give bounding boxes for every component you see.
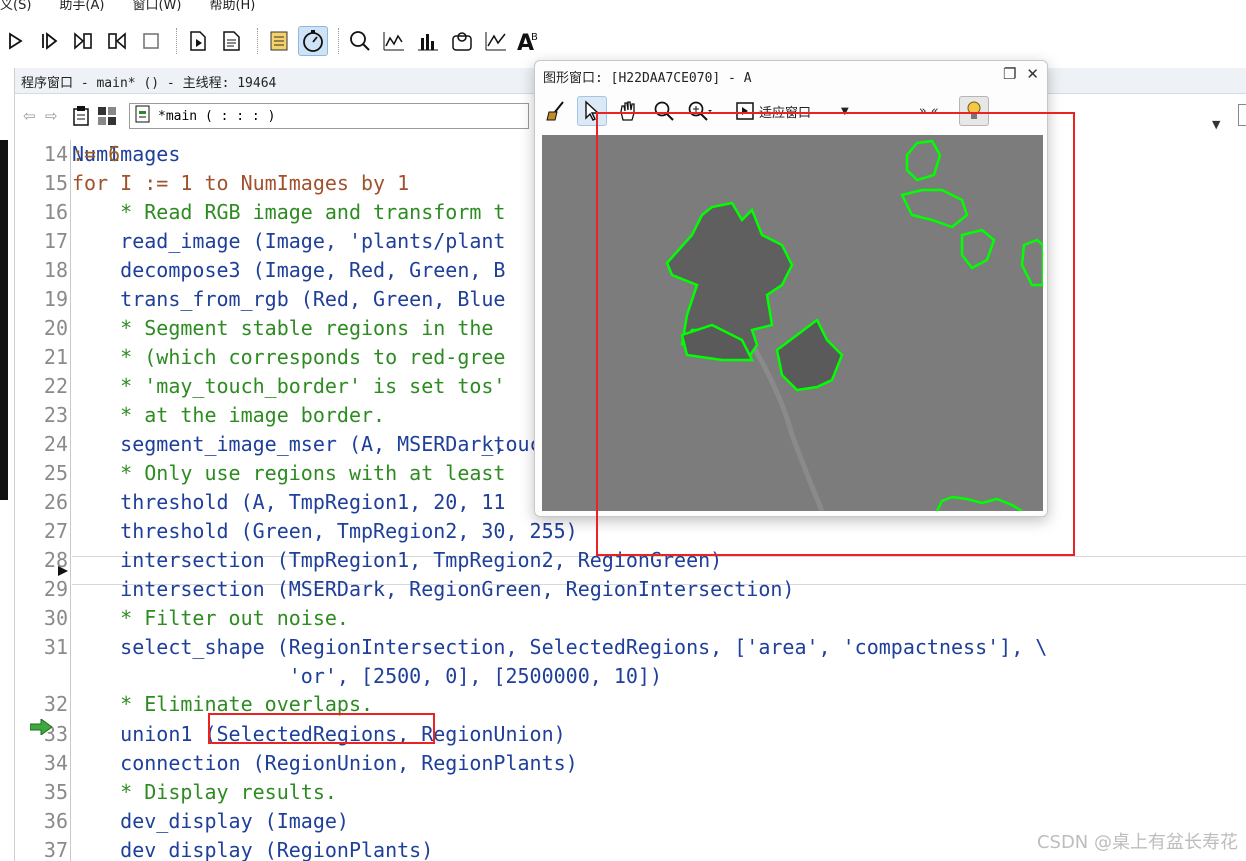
line-number: 14: [43, 142, 68, 166]
line-number: 32: [43, 692, 68, 716]
annotation-box-selectedregions: [208, 713, 435, 744]
code-line[interactable]: 33 union1 (SelectedRegions, RegionUnion): [14, 720, 1246, 749]
run-icon[interactable]: [0, 26, 30, 56]
code-text: 'or', [2500, 0], [2500000, 10]): [72, 664, 663, 688]
code-text: connection (RegionUnion, RegionPlants): [72, 751, 578, 775]
code-line[interactable]: 30 * Filter out noise.: [14, 604, 1246, 633]
menu-item-edit[interactable]: 义(S): [0, 0, 31, 13]
code-line[interactable]: 32 * Eliminate overlaps.: [14, 690, 1246, 719]
dropdown-arrow-icon[interactable]: ▼: [1212, 118, 1220, 131]
menu-item-help[interactable]: 帮助(H): [209, 0, 255, 13]
reset-program-icon[interactable]: [183, 26, 213, 56]
code-text: * at the image border.: [72, 403, 386, 427]
code-text: threshold (A, TmpRegion1, 20, 11: [72, 490, 506, 514]
code-text: intersection (MSERDark, RegionGreen, Reg…: [72, 577, 795, 601]
code-line[interactable]: 35 * Display results.: [14, 778, 1246, 807]
code-text: * Display results.: [72, 780, 337, 804]
code-text: s: [72, 374, 494, 398]
step-over-icon[interactable]: [34, 26, 64, 56]
clear-window-icon[interactable]: [541, 96, 571, 126]
line-number: 31: [43, 635, 68, 659]
line-number: 29: [43, 577, 68, 601]
code-text: decompose3 (Image, Red, Green, B: [72, 258, 506, 282]
program-counter-arrow-icon: [30, 719, 52, 735]
code-text: select_shape (RegionIntersection, Select…: [72, 635, 1048, 659]
code-text: read_image (Image, 'plants/plant: [72, 229, 506, 253]
restore-window-icon[interactable]: ❐: [1003, 65, 1016, 83]
line-number: 18: [43, 258, 68, 282]
code-text: * Only use regions with at least: [72, 461, 506, 485]
menu-item-assistant[interactable]: 助手(A): [59, 0, 104, 13]
code-text: dev_display (RegionPlants): [72, 838, 434, 861]
code-text: * (which corresponds to red-gree: [72, 345, 506, 369]
step-into-icon[interactable]: [68, 26, 98, 56]
feature-histogram-icon[interactable]: [413, 26, 443, 56]
toolbar-separator: [257, 28, 258, 54]
code-line[interactable]: 'or', [2500, 0], [2500000, 10]): [14, 662, 1246, 691]
line-number: 17: [43, 229, 68, 253]
line-profile-icon[interactable]: [481, 26, 511, 56]
reset-all-icon[interactable]: [217, 26, 247, 56]
line-number: 30: [43, 606, 68, 630]
line-number: 15: [43, 171, 68, 195]
code-text: dev_display (Image): [72, 809, 349, 833]
code-line[interactable]: 31 select_shape (RegionIntersection, Sel…: [14, 633, 1246, 662]
line-number: 26: [43, 490, 68, 514]
annotation-box-graphics: [596, 112, 1075, 556]
grid-icon[interactable]: [97, 106, 117, 126]
close-icon[interactable]: ✕: [1026, 65, 1039, 83]
profiler-icon[interactable]: [298, 26, 328, 56]
feature-inspection-icon[interactable]: [447, 26, 477, 56]
code-text: trans_from_rgb (Red, Green, Blue: [72, 287, 506, 311]
clipboard-icon[interactable]: [71, 105, 91, 127]
gray-histogram-icon[interactable]: [379, 26, 409, 56]
code-text: for I := 1 to NumImages by 1: [72, 171, 410, 195]
stop-icon[interactable]: [136, 26, 166, 56]
line-number: 22: [43, 374, 68, 398]
halcon-ide: 义(S) 助手(A) 窗口(W) 帮助(H) AB 程序窗口 - main* (…: [0, 0, 1246, 861]
line-number: 35: [43, 780, 68, 804]
line-number: 19: [43, 287, 68, 311]
code-line[interactable]: 29 intersection (MSERDark, RegionGreen, …: [14, 575, 1246, 604]
procedure-icon: [134, 105, 152, 127]
step-out-icon[interactable]: [102, 26, 132, 56]
menu-item-window[interactable]: 窗口(W): [132, 0, 181, 13]
code-text: := 6: [72, 142, 121, 166]
line-number: 37: [43, 838, 68, 861]
line-number: 34: [43, 751, 68, 775]
left-panel-edge: [0, 140, 8, 500]
secondary-selector[interactable]: [1238, 104, 1246, 126]
line-number: 24: [43, 432, 68, 456]
procedure-selector[interactable]: *main ( : : : ): [129, 103, 529, 129]
line-number: 20: [43, 316, 68, 340]
line-number: 25: [43, 461, 68, 485]
code-text: * Filter out noise.: [72, 606, 349, 630]
svg-text:B: B: [531, 32, 538, 43]
forward-arrow-icon[interactable]: ⇨: [45, 107, 67, 125]
menu-bar: 义(S) 助手(A) 窗口(W) 帮助(H): [0, 0, 1246, 13]
line-number: 21: [43, 345, 68, 369]
code-line[interactable]: 34 connection (RegionUnion, RegionPlants…: [14, 749, 1246, 778]
code-text: * Read RGB image and transform t: [72, 200, 506, 224]
toolbar-separator: [338, 28, 339, 54]
code-text: * Segment stable regions in the: [72, 316, 506, 340]
line-number: 23: [43, 403, 68, 427]
line-number: 36: [43, 809, 68, 833]
toolbar-separator: [176, 28, 177, 54]
line-number: 16: [43, 200, 68, 224]
back-arrow-icon[interactable]: ⇦: [23, 107, 45, 125]
breakpoint-marker-icon[interactable]: [58, 566, 68, 576]
code-text: threshold (Green, TmpRegion2, 30, 255): [72, 519, 578, 543]
watermark: CSDN @桌上有盆长寿花: [1036, 832, 1238, 853]
procedure-name: *main ( : : : ): [158, 108, 276, 124]
variables-icon[interactable]: [264, 26, 294, 56]
zoom-window-icon[interactable]: [345, 26, 375, 56]
graphics-window-title: 图形窗口: [H22DAA7CE070] - A: [543, 71, 752, 86]
ocr-assistant-icon[interactable]: AB: [515, 26, 545, 56]
main-toolbar: AB: [0, 20, 1246, 62]
line-number: 27: [43, 519, 68, 543]
